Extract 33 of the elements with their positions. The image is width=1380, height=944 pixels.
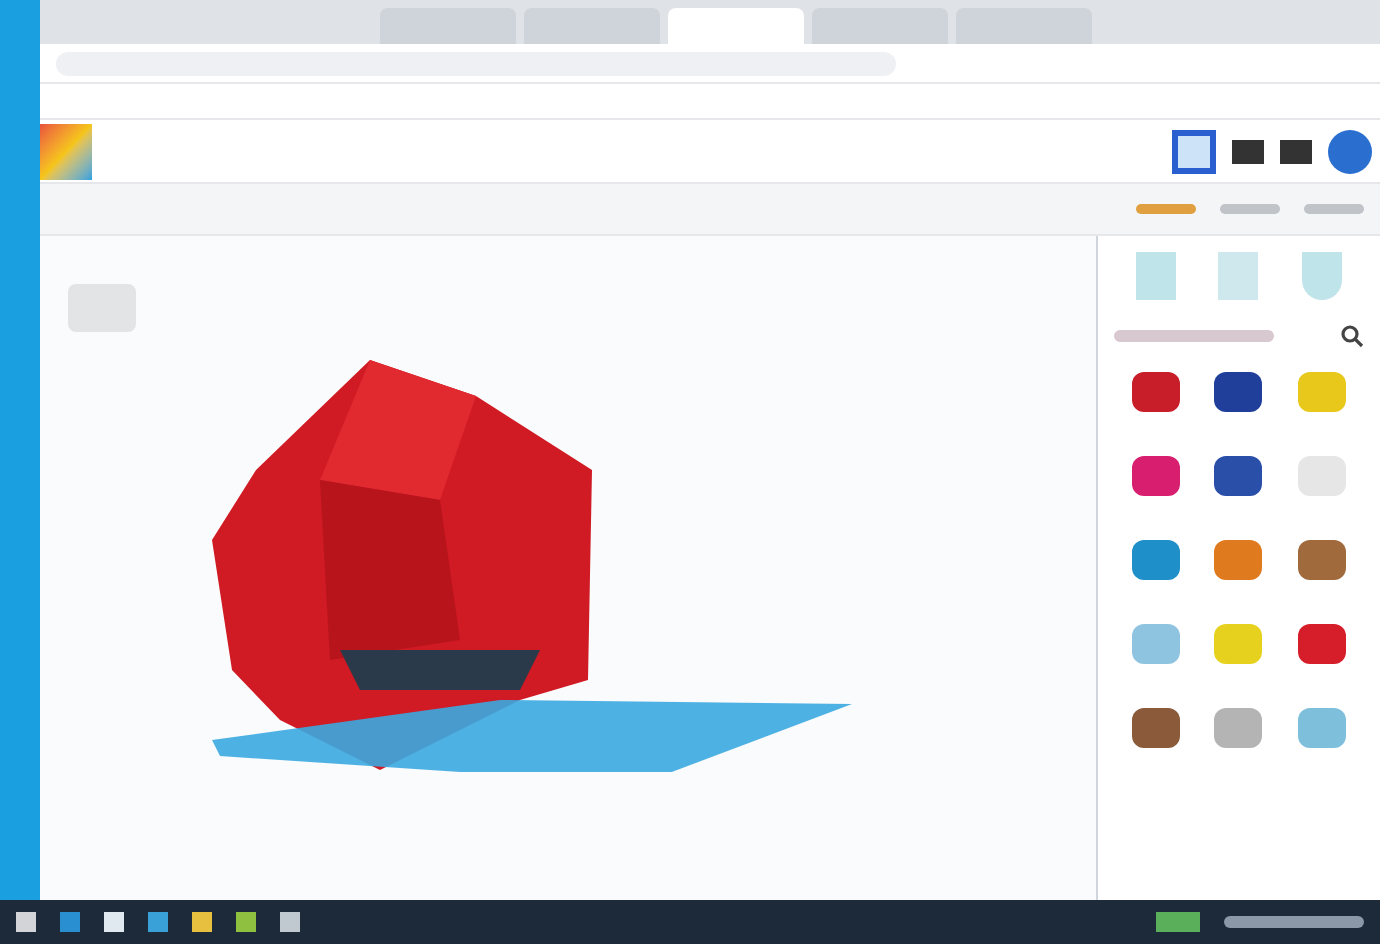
taskbar-app-icon[interactable]	[280, 912, 300, 932]
browser-tab[interactable]	[380, 8, 516, 44]
logo-icon	[40, 123, 92, 179]
shape-icon[interactable]	[1298, 540, 1347, 580]
view-cube-icon[interactable]	[68, 284, 136, 332]
category-dropdown[interactable]	[1114, 330, 1274, 342]
system-tray	[1224, 916, 1364, 928]
shape-icon[interactable]	[1214, 372, 1263, 412]
taskbar-app-icon[interactable]	[236, 912, 256, 932]
shield-shape-icon[interactable]	[1302, 252, 1343, 300]
start-icon[interactable]	[16, 912, 36, 932]
shape-icon[interactable]	[1131, 372, 1180, 412]
taskbar-app-icon[interactable]	[192, 912, 212, 932]
workplane-canvas[interactable]	[40, 236, 1096, 900]
battery-icon	[1156, 912, 1200, 932]
panel-tab[interactable]	[1220, 204, 1280, 214]
box-shape-icon[interactable]	[1135, 252, 1176, 300]
shape-icon[interactable]	[1131, 456, 1180, 496]
browser-tab[interactable]	[668, 8, 804, 44]
shape-icon[interactable]	[1214, 456, 1263, 496]
panel-tab[interactable]	[1136, 204, 1196, 214]
avatar-icon[interactable]	[1328, 129, 1372, 173]
search-icon[interactable]	[1340, 324, 1364, 348]
taskbar-app-icon[interactable]	[104, 912, 124, 932]
taskbar-app-icon[interactable]	[60, 912, 80, 932]
browser-tab[interactable]	[524, 8, 660, 44]
browser-tab[interactable]	[812, 8, 948, 44]
panel-tab[interactable]	[1304, 204, 1364, 214]
browser-tab[interactable]	[956, 8, 1092, 44]
workplane-tool-icon[interactable]	[1172, 129, 1216, 173]
taskbar-app-icon[interactable]	[148, 912, 168, 932]
shape-icon[interactable]	[1131, 708, 1180, 748]
shape-icon[interactable]	[1298, 624, 1347, 664]
